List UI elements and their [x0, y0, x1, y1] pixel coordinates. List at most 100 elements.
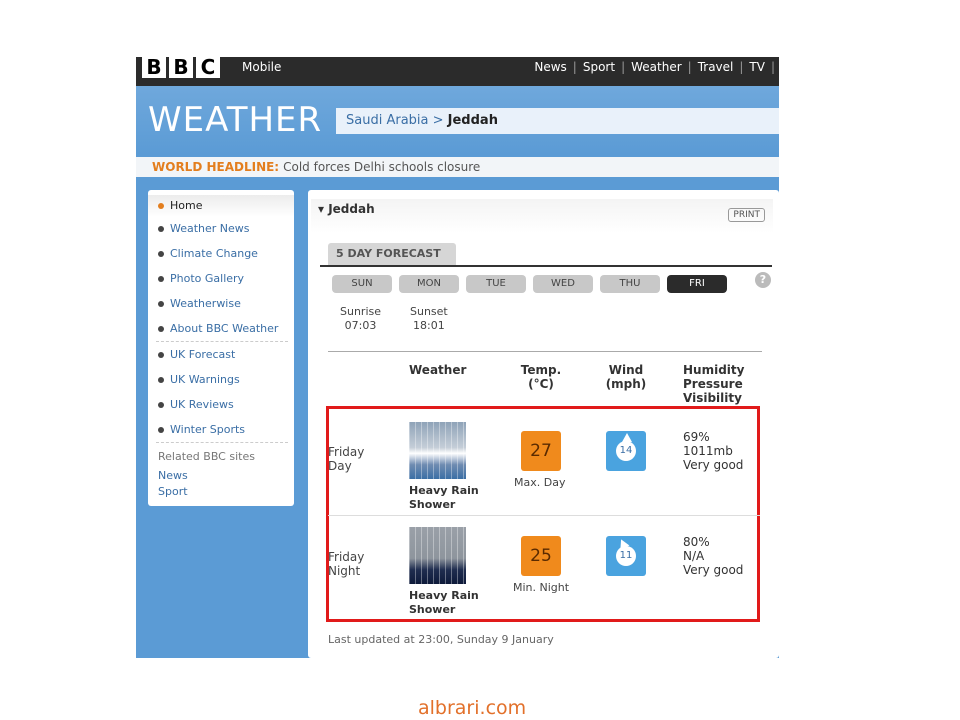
bbc-logo-letter: C [196, 57, 220, 78]
temperature-caption: Min. Night [513, 581, 570, 594]
headline-label: WORLD HEADLINE: [152, 160, 280, 174]
period-time: Night [328, 564, 361, 578]
sidebar-item-label: Weatherwise [170, 297, 241, 310]
sidebar-item-label: Weather News [170, 222, 250, 235]
nav-sport[interactable]: Sport [577, 60, 621, 74]
period-day-name: Friday [328, 445, 365, 459]
sunrise-block: Sunrise 07:03 [340, 305, 381, 333]
temperature-badge: 25 [521, 536, 561, 576]
column-header-weather: Weather [409, 363, 467, 377]
related-link-sport[interactable]: Sport [158, 485, 188, 498]
tab-5-day-forecast[interactable]: 5 DAY FORECAST [328, 243, 456, 265]
rain-streaks [409, 527, 466, 584]
nav-weather[interactable]: Weather [625, 60, 688, 74]
column-header-pressure: Pressure [683, 377, 743, 391]
sidebar-item-uk-reviews[interactable]: UK Reviews [148, 394, 294, 416]
day-tab-fri[interactable]: FRI [667, 275, 727, 293]
visibility-value: Very good [683, 458, 744, 472]
weather-description-line1: Heavy Rain [409, 589, 479, 602]
table-top-rule [328, 351, 762, 352]
nav-travel[interactable]: Travel [692, 60, 740, 74]
sunset-time: 18:01 [413, 319, 445, 332]
pressure-value: N/A [683, 549, 705, 563]
breadcrumb-city: Jeddah [447, 113, 498, 128]
wind-speed: 11 [616, 546, 636, 566]
sidebar-item-label: About BBC Weather [170, 322, 279, 335]
sidebar-item-weather-news[interactable]: Weather News [148, 218, 294, 240]
day-tab-wed[interactable]: WED [533, 275, 593, 293]
sunrise-time: 07:03 [344, 319, 377, 332]
sidebar-divider [156, 341, 288, 342]
temperature-caption: Max. Day [514, 476, 566, 489]
related-link-news[interactable]: News [158, 469, 188, 482]
nav-news[interactable]: News [528, 60, 572, 74]
period-friday-night: Friday Night [328, 550, 364, 578]
bullet-icon [158, 427, 164, 433]
help-icon[interactable]: ? [755, 272, 771, 288]
sidebar-item-label: Winter Sports [170, 423, 246, 436]
top-nav: News | Sport | Weather | Travel | TV | [528, 60, 775, 74]
print-button[interactable]: PRINT [728, 208, 765, 222]
mobile-link[interactable]: Mobile [242, 60, 281, 74]
day-tab-thu[interactable]: THU [600, 275, 660, 293]
panel-title[interactable]: ▾ Jeddah [318, 202, 375, 216]
sidebar-item-label: Photo Gallery [170, 272, 245, 285]
bbc-logo-letter: B [142, 57, 166, 78]
sidebar-item-photo-gallery[interactable]: Photo Gallery [148, 268, 294, 290]
weather-description-line2: Shower [409, 603, 456, 616]
bbc-logo[interactable]: B B C [142, 57, 220, 78]
weather-title[interactable]: WEATHER [148, 100, 322, 140]
left-sidebar: Home Weather News Climate Change Photo G… [148, 190, 294, 506]
row-divider [328, 515, 760, 516]
sidebar-item-uk-warnings[interactable]: UK Warnings [148, 369, 294, 391]
column-header-wind: Wind (mph) [604, 363, 648, 391]
day-tab-tue[interactable]: TUE [466, 275, 526, 293]
sidebar-item-label: Home [170, 199, 203, 212]
forecast-panel: ▾ Jeddah PRINT 5 DAY FORECAST ? SUN MON … [308, 190, 779, 658]
sunrise-label: Sunrise [340, 305, 382, 318]
sidebar-item-uk-forecast[interactable]: UK Forecast [148, 344, 294, 366]
sidebar-item-label: UK Reviews [170, 398, 234, 411]
weather-description-line2: Shower [409, 498, 456, 511]
sidebar-item-home[interactable]: Home [148, 195, 294, 217]
humidity-value: 80% [683, 535, 710, 549]
bullet-icon [158, 301, 164, 307]
watermark: albrari.com [418, 697, 527, 719]
column-header-temp-line2: (°C) [528, 377, 554, 391]
heavy-rain-shower-icon [409, 422, 466, 479]
column-header-humidity: Humidity [683, 363, 745, 377]
weather-header: WEATHER Saudi Arabia > Jeddah [136, 86, 779, 154]
heavy-rain-shower-icon [409, 527, 466, 584]
sidebar-item-label: Climate Change [170, 247, 258, 260]
screenshot-frame: B B C Mobile News | Sport | Weather | Trave… [136, 57, 779, 658]
period-friday-day: Friday Day [328, 445, 364, 473]
weather-description-line1: Heavy Rain [409, 484, 479, 497]
panel-title-bar [311, 199, 773, 233]
breadcrumb-country[interactable]: Saudi Arabia > [346, 113, 444, 128]
nav-tv[interactable]: TV [743, 60, 771, 74]
sidebar-item-about[interactable]: About BBC Weather [148, 318, 294, 340]
sidebar-item-weatherwise[interactable]: Weatherwise [148, 293, 294, 315]
column-header-wind-line1: Wind [608, 363, 644, 377]
bullet-icon [158, 377, 164, 383]
weather-description: Heavy Rain Shower [409, 589, 479, 617]
sidebar-item-label: UK Forecast [170, 348, 236, 361]
temperature-badge: 27 [521, 431, 561, 471]
period-time: Day [328, 459, 352, 473]
related-sites-label: Related BBC sites [158, 450, 255, 463]
sidebar-item-winter-sports[interactable]: Winter Sports [148, 419, 294, 441]
tab-rule [320, 265, 772, 267]
wind-direction-icon: 11 [606, 536, 646, 576]
period-day-name: Friday [328, 550, 365, 564]
bullet-icon [158, 203, 164, 209]
wind-direction-icon: 14 [606, 431, 646, 471]
bullet-icon [158, 326, 164, 332]
headline-link[interactable]: Cold forces Delhi schools closure [283, 160, 480, 174]
world-headline: WORLD HEADLINE: Cold forces Delhi schools… [136, 157, 779, 177]
sidebar-item-label: UK Warnings [170, 373, 240, 386]
sidebar-item-climate-change[interactable]: Climate Change [148, 243, 294, 265]
day-tab-sun[interactable]: SUN [332, 275, 392, 293]
day-tab-mon[interactable]: MON [399, 275, 459, 293]
sunset-block: Sunset 18:01 [410, 305, 448, 333]
visibility-value: Very good [683, 563, 744, 577]
